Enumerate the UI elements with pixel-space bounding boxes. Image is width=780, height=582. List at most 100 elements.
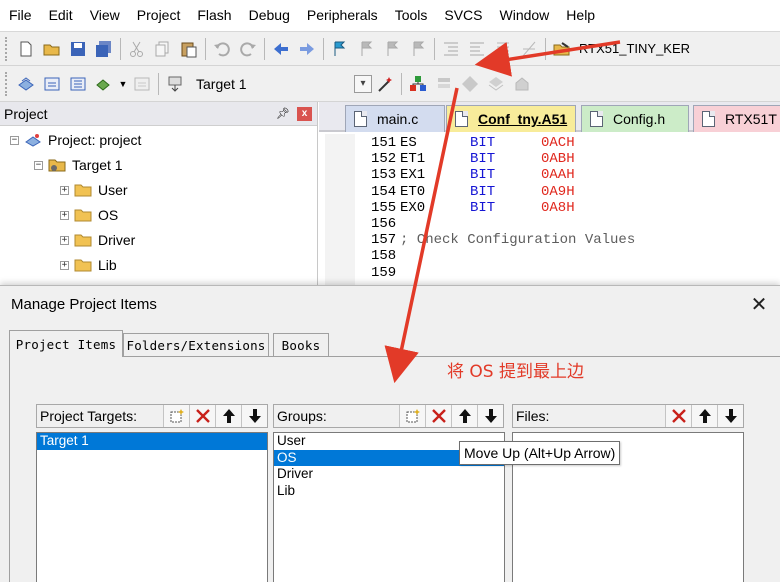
rebuild-icon[interactable] xyxy=(65,71,91,97)
list-item[interactable]: Lib xyxy=(274,483,504,500)
tab-books[interactable]: Books xyxy=(273,333,329,356)
chevron-down-icon[interactable]: ▾ xyxy=(354,74,372,93)
dialog-close-button[interactable]: ✕ xyxy=(745,292,773,318)
pin-icon[interactable]: 📌︎ xyxy=(275,106,291,122)
cut-icon[interactable] xyxy=(124,36,150,62)
standard-toolbar: RTX51_TINY_KER xyxy=(0,31,780,66)
collapse-icon[interactable]: − xyxy=(34,160,43,170)
new-target-button[interactable] xyxy=(163,405,189,427)
tree-group-user[interactable]: + User xyxy=(60,178,128,202)
bookmark-next-icon[interactable] xyxy=(379,36,405,62)
manage-rte-icon[interactable] xyxy=(457,71,483,97)
tree-root[interactable]: − Project: project xyxy=(10,128,141,152)
expand-icon[interactable]: + xyxy=(60,210,69,220)
move-target-down-button[interactable] xyxy=(241,405,267,427)
pack-installer-icon[interactable] xyxy=(483,71,509,97)
tab-config-h[interactable]: Config.h xyxy=(581,105,689,132)
targets-header: Project Targets: xyxy=(36,404,268,428)
list-item[interactable]: Driver xyxy=(274,466,504,483)
menu-file[interactable]: File xyxy=(0,0,40,31)
delete-target-button[interactable] xyxy=(189,405,215,427)
move-target-up-button[interactable] xyxy=(215,405,241,427)
toolbar-grip[interactable] xyxy=(5,71,9,96)
toolbar-separator xyxy=(158,72,159,95)
menu-flash[interactable]: Flash xyxy=(188,0,239,31)
undo-icon[interactable] xyxy=(209,36,235,62)
tab-label: Config.h xyxy=(613,111,666,127)
menu-peripherals[interactable]: Peripherals xyxy=(298,0,386,31)
code-editor: main.c Conf_tny.A51 Config.h RTX51T 151 E… xyxy=(319,102,780,287)
redo-icon[interactable] xyxy=(235,36,261,62)
move-group-up-button[interactable] xyxy=(451,405,477,427)
menu-window[interactable]: Window xyxy=(491,0,558,31)
close-icon[interactable]: x xyxy=(297,106,312,121)
delete-file-button[interactable] xyxy=(665,405,691,427)
save-all-icon[interactable] xyxy=(91,36,117,62)
navigate-back-icon[interactable] xyxy=(268,36,294,62)
expand-icon[interactable]: + xyxy=(60,185,69,195)
move-file-up-button[interactable] xyxy=(691,405,717,427)
tab-conf-tny-a51[interactable]: Conf_tny.A51 xyxy=(446,105,576,132)
menu-svcs[interactable]: SVCS xyxy=(435,0,490,31)
outdent-icon[interactable] xyxy=(464,36,490,62)
code-line: 153 EX1 BIT 0AAH xyxy=(371,167,575,184)
targets-list[interactable]: Target 1 xyxy=(36,432,268,582)
move-group-down-button[interactable] xyxy=(477,405,503,427)
tree-group-os[interactable]: + OS xyxy=(60,203,118,227)
save-icon[interactable] xyxy=(65,36,91,62)
batch-build-dropdown-icon[interactable]: ▼ xyxy=(117,71,129,97)
pack-manager-icon[interactable] xyxy=(509,71,535,97)
arrow-up-icon xyxy=(458,409,471,423)
target-folder-icon xyxy=(48,159,66,172)
expand-icon[interactable]: + xyxy=(60,235,69,245)
bookmark-icon[interactable] xyxy=(327,36,353,62)
find-in-files-icon[interactable] xyxy=(549,36,575,62)
tab-project-items[interactable]: Project Items xyxy=(9,330,123,357)
uncomment-icon[interactable] xyxy=(516,36,542,62)
collapse-icon[interactable]: − xyxy=(10,135,19,145)
move-file-down-button[interactable] xyxy=(717,405,743,427)
target-options-wand-icon[interactable] xyxy=(372,71,398,97)
open-folder-icon[interactable] xyxy=(39,36,65,62)
toolbar-separator xyxy=(264,37,265,60)
menu-edit[interactable]: Edit xyxy=(40,0,81,31)
tree-group-label: Driver xyxy=(98,232,136,248)
comment-icon[interactable] xyxy=(490,36,516,62)
stop-build-icon[interactable] xyxy=(129,71,155,97)
expand-icon[interactable]: + xyxy=(60,260,69,270)
copy-icon[interactable] xyxy=(150,36,176,62)
tab-folders-extensions[interactable]: Folders/Extensions xyxy=(123,333,269,356)
bookmark-prev-icon[interactable] xyxy=(353,36,379,62)
batch-build-icon[interactable] xyxy=(91,71,117,97)
document-icon xyxy=(702,111,715,127)
menu-view[interactable]: View xyxy=(81,0,128,31)
new-group-button[interactable] xyxy=(399,405,425,427)
translate-icon[interactable] xyxy=(13,71,39,97)
menu-debug[interactable]: Debug xyxy=(240,0,298,31)
project-panel-header: Project 📌︎ x xyxy=(0,102,317,126)
menu-tools[interactable]: Tools xyxy=(386,0,436,31)
select-packs-icon[interactable] xyxy=(431,71,457,97)
tab-main-c[interactable]: main.c xyxy=(345,105,445,132)
tree-target[interactable]: − Target 1 xyxy=(34,153,123,177)
delete-group-button[interactable] xyxy=(425,405,451,427)
paste-icon[interactable] xyxy=(176,36,202,62)
download-icon[interactable] xyxy=(162,71,188,97)
folder-icon xyxy=(74,259,92,272)
target-select[interactable]: Target 1 ▾ xyxy=(194,73,372,95)
tree-group-lib[interactable]: + Lib xyxy=(60,253,117,277)
toolbar-separator xyxy=(205,37,206,60)
tree-group-driver[interactable]: + Driver xyxy=(60,228,135,252)
code-area[interactable]: 151 ES BIT 0ACH 152 ET1 BIT 0ABH 153 EX1 BIT 0AAH… xyxy=(319,135,780,281)
indent-icon[interactable] xyxy=(438,36,464,62)
build-icon[interactable] xyxy=(39,71,65,97)
tab-rtx51t[interactable]: RTX51T xyxy=(693,105,780,132)
new-file-icon[interactable] xyxy=(13,36,39,62)
toolbar-grip[interactable] xyxy=(5,36,9,61)
navigate-forward-icon[interactable] xyxy=(294,36,320,62)
bookmark-clear-icon[interactable] xyxy=(405,36,431,62)
menu-help[interactable]: Help xyxy=(557,0,603,31)
menu-project[interactable]: Project xyxy=(128,0,189,31)
manage-project-items-icon[interactable] xyxy=(405,71,431,97)
list-item[interactable]: Target 1 xyxy=(37,433,267,450)
